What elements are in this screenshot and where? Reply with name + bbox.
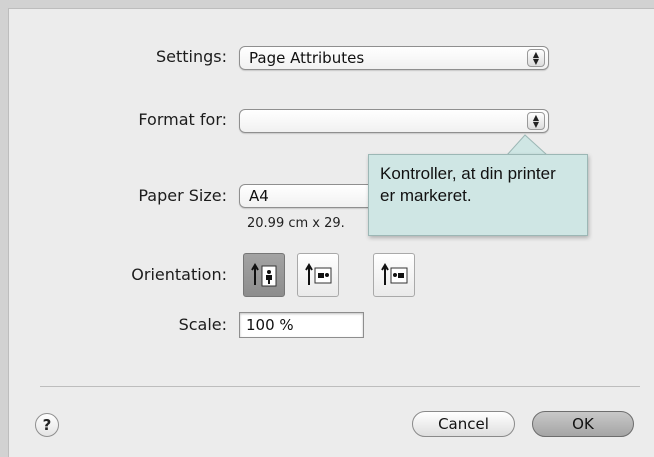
orientation-label: Orientation: bbox=[131, 265, 227, 284]
landscape-right-icon bbox=[381, 263, 408, 285]
portrait-icon bbox=[251, 263, 277, 287]
orientation-landscape-right-button[interactable] bbox=[373, 253, 415, 297]
tooltip-line-1: Kontroller, at din printer bbox=[380, 164, 556, 183]
settings-popup[interactable]: Page Attributes ▲ ▼ bbox=[239, 46, 549, 70]
popup-arrows-icon: ▲ ▼ bbox=[527, 112, 545, 130]
paper-size-popup-value: A4 bbox=[249, 187, 269, 205]
paper-size-label: Paper Size: bbox=[138, 186, 227, 205]
landscape-left-icon bbox=[305, 263, 332, 285]
popup-arrows-icon: ▲ ▼ bbox=[527, 49, 545, 67]
divider bbox=[40, 386, 640, 387]
tooltip-pointer bbox=[505, 134, 549, 156]
tooltip-callout: Kontroller, at din printer er markeret. bbox=[368, 154, 588, 236]
format-for-popup[interactable]: ▲ ▼ bbox=[239, 109, 549, 133]
ok-button[interactable]: OK bbox=[532, 411, 634, 437]
settings-popup-value: Page Attributes bbox=[249, 49, 365, 67]
format-for-label: Format for: bbox=[138, 110, 227, 129]
cancel-button[interactable]: Cancel bbox=[412, 411, 515, 437]
orientation-landscape-left-button[interactable] bbox=[297, 253, 339, 297]
scale-input[interactable]: 100 % bbox=[239, 312, 364, 338]
scale-label: Scale: bbox=[178, 315, 227, 334]
settings-label: Settings: bbox=[155, 47, 227, 66]
help-button[interactable]: ? bbox=[35, 413, 59, 437]
paper-dimensions: 20.99 cm x 29. bbox=[247, 216, 345, 231]
orientation-portrait-button[interactable] bbox=[243, 253, 285, 297]
tooltip-line-2: er markeret. bbox=[380, 186, 472, 205]
